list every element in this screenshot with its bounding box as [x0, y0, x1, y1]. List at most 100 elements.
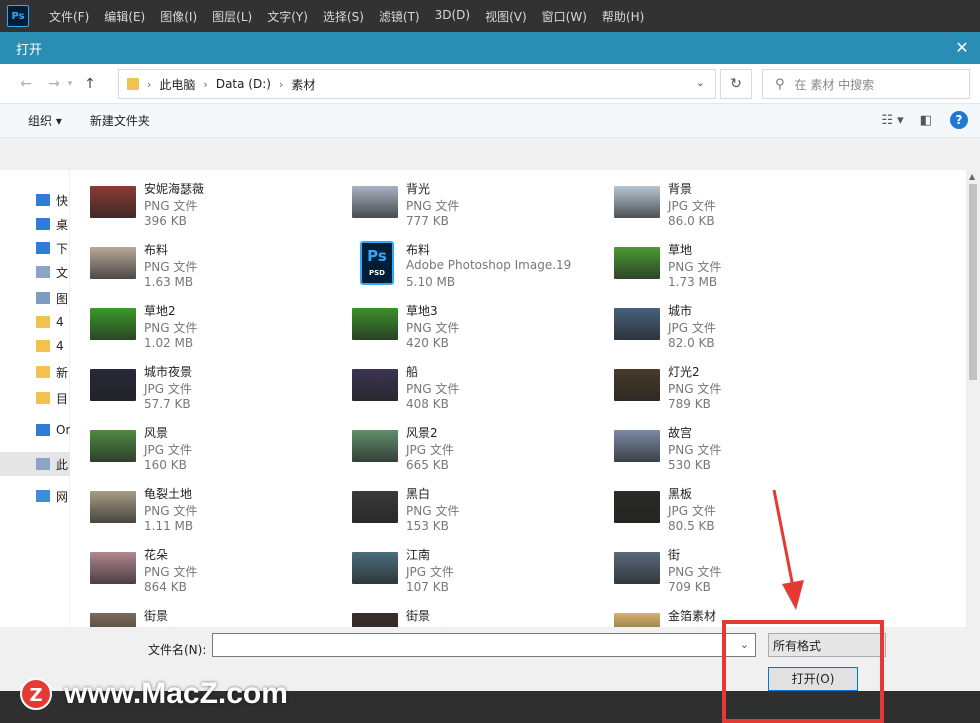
filetype-select[interactable]: 所有格式 — [768, 633, 886, 657]
menu-item[interactable]: 选择(S) — [323, 8, 364, 25]
file-thumbnail — [352, 369, 398, 401]
photoshop-logo: Ps — [7, 5, 29, 27]
nav-item-label: On — [56, 423, 70, 437]
file-item[interactable]: Ps PSD 布料 Adobe Photoshop Image.19 5.10 MB — [342, 237, 602, 295]
menu-item[interactable]: 帮助(H) — [602, 8, 644, 25]
file-item[interactable]: 城市 JPG 文件 82.0 KB — [604, 298, 864, 356]
address-bar[interactable]: › 此电脑 › Data (D:) › 素材 ⌄ — [118, 69, 716, 99]
nav-item-network[interactable]: 网 — [0, 484, 70, 508]
up-icon[interactable]: ↑ — [80, 76, 100, 92]
filename-label: 文件名(N): — [148, 643, 207, 657]
file-thumbnail — [614, 369, 660, 401]
menu-item[interactable]: 3D(D) — [435, 8, 470, 25]
desktop-icon — [36, 218, 50, 230]
file-item[interactable]: 船 PNG 文件 408 KB — [342, 359, 602, 417]
file-item[interactable]: 安妮海瑟薇 PNG 文件 396 KB — [80, 176, 340, 234]
watermark-text: www.MacZ.com — [64, 677, 288, 710]
dialog-toolbar: 组织 ▾ 新建文件夹 ☷ ▾ ◧ ? — [0, 104, 980, 138]
chevron-down-icon[interactable]: ⌄ — [696, 76, 705, 89]
menu-item[interactable]: 文字(Y) — [267, 8, 308, 25]
file-item[interactable]: 街 PNG 文件 709 KB — [604, 542, 864, 600]
network-icon — [36, 490, 50, 502]
file-item[interactable]: 江南 JPG 文件 107 KB — [342, 542, 602, 600]
file-type: JPG 文件 — [144, 382, 192, 396]
nav-item-label: 下 — [56, 241, 69, 256]
file-item[interactable]: 草地 PNG 文件 1.73 MB — [604, 237, 864, 295]
menu-item[interactable]: 视图(V) — [485, 8, 527, 25]
file-size: 82.0 KB — [668, 336, 715, 350]
folder-icon — [36, 316, 50, 328]
nav-item-folder[interactable]: 4 — [0, 334, 70, 358]
preview-pane-icon[interactable]: ◧ — [920, 113, 932, 128]
menu-item[interactable]: 图层(L) — [212, 8, 252, 25]
refresh-icon[interactable]: ↻ — [720, 69, 752, 99]
file-item[interactable]: 龟裂土地 PNG 文件 1.11 MB — [80, 481, 340, 539]
close-icon[interactable]: ✕ — [952, 38, 972, 58]
nav-item-pictures[interactable]: 图 — [0, 286, 70, 310]
file-type: PNG 文件 — [668, 382, 722, 396]
menu-item[interactable]: 编辑(E) — [104, 8, 145, 25]
file-item[interactable]: 背光 PNG 文件 777 KB — [342, 176, 602, 234]
menu-item[interactable]: 文件(F) — [49, 8, 89, 25]
nav-item-quick-access[interactable]: 快 — [0, 188, 70, 212]
file-size: 160 KB — [144, 458, 187, 472]
file-name: 草地3 — [406, 304, 438, 318]
file-item[interactable]: 花朵 PNG 文件 864 KB — [80, 542, 340, 600]
chevron-down-icon[interactable]: ⌄ — [740, 638, 749, 651]
file-item[interactable]: 风景2 JPG 文件 665 KB — [342, 420, 602, 478]
nav-item-downloads[interactable]: 下 — [0, 236, 70, 260]
file-name: 街景 — [406, 609, 431, 623]
file-type: PNG 文件 — [668, 260, 722, 274]
menu-item[interactable]: 窗口(W) — [542, 8, 587, 25]
file-type: PNG 文件 — [144, 321, 198, 335]
file-item[interactable]: 城市夜景 JPG 文件 57.7 KB — [80, 359, 340, 417]
forward-icon[interactable]: → — [44, 76, 64, 92]
organize-button[interactable]: 组织 ▾ — [28, 112, 62, 129]
nav-item-folder[interactable]: 4 — [0, 310, 70, 334]
file-thumbnail — [90, 247, 136, 279]
menu-item[interactable]: 图像(I) — [160, 8, 197, 25]
file-size: 864 KB — [144, 580, 187, 594]
breadcrumb-drive[interactable]: Data (D:) — [216, 77, 271, 91]
view-options-icon[interactable]: ☷ ▾ — [881, 113, 903, 128]
nav-item-desktop[interactable]: 桌 — [0, 212, 70, 236]
file-item[interactable]: 灯光2 PNG 文件 789 KB — [604, 359, 864, 417]
search-placeholder: 在 素材 中搜索 — [794, 77, 875, 92]
menu-item[interactable]: 滤镜(T) — [379, 8, 420, 25]
nav-item-folder[interactable]: 新 — [0, 360, 70, 384]
scroll-up-icon[interactable]: ▲ — [969, 172, 975, 181]
file-item[interactable]: 风景 JPG 文件 160 KB — [80, 420, 340, 478]
file-size: 1.11 MB — [144, 519, 194, 533]
new-folder-button[interactable]: 新建文件夹 — [90, 112, 150, 129]
help-icon[interactable]: ? — [950, 111, 968, 129]
open-button[interactable]: 打开(O) — [768, 667, 858, 691]
file-type: PNG 文件 — [144, 199, 198, 213]
file-size: 107 KB — [406, 580, 449, 594]
file-item[interactable]: 黑白 PNG 文件 153 KB — [342, 481, 602, 539]
file-item[interactable]: 故宫 PNG 文件 530 KB — [604, 420, 864, 478]
file-size: 709 KB — [668, 580, 711, 594]
file-type: JPG 文件 — [668, 199, 716, 213]
scrollbar-thumb[interactable] — [969, 184, 977, 380]
file-size: 1.73 MB — [668, 275, 718, 289]
breadcrumb-this-pc[interactable]: 此电脑 — [159, 76, 195, 93]
recent-locations-icon[interactable]: ▾ — [64, 79, 76, 89]
file-type: JPG 文件 — [668, 321, 716, 335]
search-input[interactable]: ⚲ 在 素材 中搜索 — [762, 69, 970, 99]
breadcrumb-folder[interactable]: 素材 — [291, 76, 315, 93]
file-item[interactable]: 黑板 JPG 文件 80.5 KB — [604, 481, 864, 539]
filename-input[interactable]: ⌄ — [212, 633, 756, 657]
back-icon[interactable]: ← — [16, 76, 36, 92]
nav-item-documents[interactable]: 文 — [0, 260, 70, 284]
file-size: 789 KB — [668, 397, 711, 411]
file-thumbnail — [90, 430, 136, 462]
nav-item-onedrive[interactable]: On — [0, 418, 70, 442]
vertical-scrollbar[interactable]: ▲ ▼ — [966, 170, 980, 659]
nav-item-folder[interactable]: 目 — [0, 386, 70, 410]
file-item[interactable]: 背景 JPG 文件 86.0 KB — [604, 176, 864, 234]
nav-item-this-pc[interactable]: 此 — [0, 452, 70, 476]
file-item[interactable]: 草地3 PNG 文件 420 KB — [342, 298, 602, 356]
file-item[interactable]: 布料 PNG 文件 1.63 MB — [80, 237, 340, 295]
file-type: PNG 文件 — [668, 565, 722, 579]
file-item[interactable]: 草地2 PNG 文件 1.02 MB — [80, 298, 340, 356]
